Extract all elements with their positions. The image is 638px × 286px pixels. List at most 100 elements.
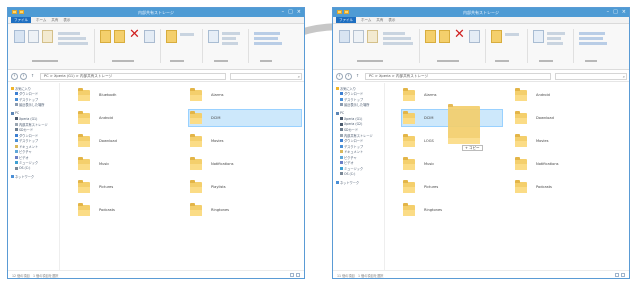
folder-item[interactable]: Bluetooth xyxy=(77,87,177,103)
copy-path-icon[interactable] xyxy=(58,37,86,40)
nav-item[interactable]: ミュージック xyxy=(340,166,363,171)
details-view-icon[interactable] xyxy=(615,273,619,277)
nav-item[interactable]: ダウンロード xyxy=(340,92,363,96)
maximize-icon[interactable]: □ xyxy=(613,9,618,15)
folder-item[interactable]: Movies xyxy=(189,133,301,149)
nav-item[interactable]: 最近表示した場所 xyxy=(15,103,45,107)
ribbon-tab[interactable]: ホーム xyxy=(36,18,46,23)
copy-to-icon[interactable] xyxy=(114,30,125,43)
new-folder-icon[interactable] xyxy=(491,30,502,43)
copy-icon[interactable] xyxy=(353,30,364,43)
back-icon[interactable]: ‹ xyxy=(336,73,343,80)
delete-icon[interactable]: ✕ xyxy=(454,28,465,41)
address-field[interactable]: PC > Xperia (G1) > 内部共有ストレージ xyxy=(40,73,226,80)
nav-item[interactable]: Xperia (G2) xyxy=(340,122,362,126)
nav-item[interactable]: デスクトップ xyxy=(340,144,363,149)
select-none-icon[interactable] xyxy=(254,37,278,40)
copy-to-icon[interactable] xyxy=(439,30,450,43)
cut-icon[interactable] xyxy=(383,32,405,35)
nav-item[interactable]: SDカード xyxy=(340,128,358,132)
copy-icon[interactable] xyxy=(28,30,39,43)
details-view-icon[interactable] xyxy=(290,273,294,277)
folder-item[interactable]: Notifications xyxy=(514,156,626,172)
address-field[interactable]: PC > Xperia > 内部共有ストレージ xyxy=(365,73,551,80)
folder-item[interactable]: Ringtones xyxy=(402,202,502,218)
nav-item[interactable]: ビデオ xyxy=(340,161,354,165)
folder-item[interactable]: Download xyxy=(514,110,626,126)
folder-item[interactable]: Pictures xyxy=(402,179,502,195)
folder-item[interactable]: Music xyxy=(77,156,177,172)
up-icon[interactable]: ↑ xyxy=(354,73,361,80)
paste-shortcut-icon[interactable] xyxy=(383,42,413,45)
nav-item[interactable]: ピクチャ xyxy=(340,155,357,160)
minimize-icon[interactable]: – xyxy=(282,9,285,15)
new-item-icon[interactable] xyxy=(180,33,194,36)
nav-item[interactable]: ビデオ xyxy=(15,155,29,160)
nav-item[interactable]: 内部共有ストレージ xyxy=(340,133,373,138)
edit-icon[interactable] xyxy=(547,37,561,40)
folder-item[interactable]: Podcasts xyxy=(514,179,626,195)
ribbon-tab[interactable]: ファイル xyxy=(336,17,356,23)
close-icon[interactable]: × xyxy=(622,9,626,15)
folder-item[interactable]: Android xyxy=(77,110,177,126)
ribbon-tab[interactable]: 表示 xyxy=(388,18,395,23)
dragged-folder-ghost[interactable] xyxy=(448,103,480,149)
nav-item[interactable]: OS (C:) xyxy=(340,172,355,176)
nav-item[interactable]: ネットワーク xyxy=(336,180,359,185)
invert-selection-icon[interactable] xyxy=(254,42,282,45)
paste-icon[interactable] xyxy=(42,30,53,43)
forward-icon[interactable]: › xyxy=(20,73,27,80)
nav-item[interactable]: 内部共有ストレージ xyxy=(15,122,48,127)
cut-icon[interactable] xyxy=(58,32,80,35)
new-folder-icon[interactable] xyxy=(166,30,177,43)
back-icon[interactable]: ‹ xyxy=(11,73,18,80)
large-icons-view-icon[interactable] xyxy=(621,273,625,277)
new-item-icon[interactable] xyxy=(505,33,519,36)
nav-item[interactable]: ドキュメント xyxy=(15,144,38,149)
folder-item[interactable]: Podcasts xyxy=(77,202,177,218)
delete-icon[interactable]: ✕ xyxy=(129,28,140,41)
ribbon-tab[interactable]: 共有 xyxy=(376,18,383,23)
paste-shortcut-icon[interactable] xyxy=(58,42,88,45)
select-all-icon[interactable] xyxy=(254,32,280,35)
nav-item[interactable]: ピクチャ xyxy=(15,150,32,154)
folder-item[interactable]: DCIM xyxy=(188,109,302,127)
select-none-icon[interactable] xyxy=(579,37,603,40)
move-to-icon[interactable] xyxy=(425,30,436,43)
nav-item[interactable]: PC xyxy=(336,111,344,115)
nav-item[interactable]: OS (C:) xyxy=(15,166,30,170)
nav-item[interactable]: ドキュメント xyxy=(340,150,363,154)
nav-item[interactable]: PC xyxy=(11,111,19,115)
folder-item[interactable]: Music xyxy=(402,156,502,172)
nav-item[interactable]: 最近表示した場所 xyxy=(340,103,370,107)
maximize-icon[interactable]: □ xyxy=(288,9,293,15)
up-icon[interactable]: ↑ xyxy=(29,73,36,80)
nav-item[interactable]: お気に入り xyxy=(336,86,356,91)
folder-item[interactable]: Android xyxy=(514,87,626,103)
minimize-icon[interactable]: – xyxy=(607,9,610,15)
folder-item[interactable]: Alarms xyxy=(189,87,301,103)
folder-item[interactable]: Download xyxy=(77,133,177,149)
folder-item[interactable]: Notifications xyxy=(189,156,301,172)
move-to-icon[interactable] xyxy=(100,30,111,43)
nav-item[interactable]: デスクトップ xyxy=(15,139,38,143)
nav-item[interactable]: お気に入り xyxy=(11,86,31,91)
close-icon[interactable]: × xyxy=(297,9,301,15)
history-icon[interactable] xyxy=(547,42,563,45)
ribbon-tab[interactable]: 共有 xyxy=(51,18,58,23)
invert-selection-icon[interactable] xyxy=(579,42,607,45)
nav-item[interactable]: ダウンロード xyxy=(15,133,38,138)
ribbon-tab[interactable]: 表示 xyxy=(63,18,70,23)
large-icons-view-icon[interactable] xyxy=(296,273,300,277)
ribbon-tab[interactable]: ファイル xyxy=(11,17,31,23)
rename-icon[interactable] xyxy=(144,30,155,43)
open-icon[interactable] xyxy=(222,32,240,35)
nav-item[interactable]: ネットワーク xyxy=(11,175,34,179)
paste-icon[interactable] xyxy=(367,30,378,43)
nav-item[interactable]: デスクトップ xyxy=(340,97,363,102)
nav-item[interactable]: ダウンロード xyxy=(340,139,363,143)
folder-item[interactable]: Alarms xyxy=(402,87,502,103)
edit-icon[interactable] xyxy=(222,37,236,40)
folder-item[interactable]: Movies xyxy=(514,133,626,149)
nav-item[interactable]: SDカード xyxy=(15,128,33,132)
